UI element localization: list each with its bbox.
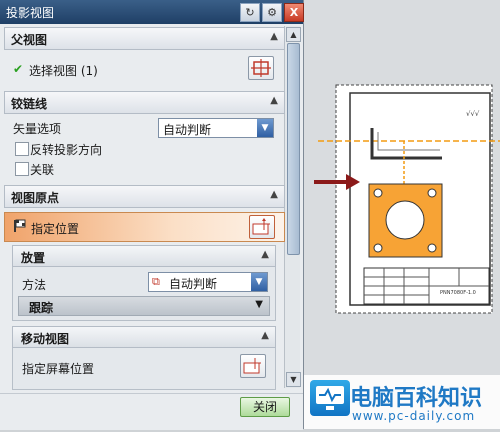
- specify-location-button[interactable]: [249, 215, 275, 239]
- scroll-up-icon[interactable]: ▲: [286, 27, 301, 42]
- specify-location-row[interactable]: 指定位置: [4, 212, 285, 242]
- bolt-hole: [373, 188, 383, 198]
- annotation-symbol: √√√: [466, 110, 480, 118]
- select-view-label: 选择视图 (1): [29, 64, 98, 78]
- vector-option-label: 矢量选项: [13, 122, 62, 136]
- close-button[interactable]: 关闭: [240, 397, 290, 417]
- dialog-title: 投影视图: [6, 6, 55, 20]
- chevron-down-icon[interactable]: ▼: [257, 119, 273, 137]
- collapse-icon[interactable]: ▲: [261, 249, 269, 260]
- bolt-hole: [427, 188, 437, 198]
- method-label: 方法: [22, 278, 47, 292]
- specify-screen-location-label: 指定屏幕位置: [22, 362, 95, 376]
- section-header-move-view[interactable]: 移动视图 ▲: [12, 326, 276, 348]
- reverse-direction-label: 反转投影方向: [30, 143, 103, 157]
- associative-label: 关联: [30, 163, 55, 177]
- method-select[interactable]: ⧉ 自动判断 ▼: [148, 272, 268, 292]
- watermark-url: www.pc-daily.com: [352, 409, 476, 423]
- check-icon: ✔: [13, 62, 24, 76]
- flag-icon: [13, 219, 27, 236]
- monitor-icon: [310, 380, 350, 416]
- section-header-view-origin[interactable]: 视图原点 ▲: [4, 185, 285, 208]
- collapse-icon[interactable]: ▲: [270, 31, 278, 42]
- point-dialog-icon: [243, 358, 261, 374]
- select-view-button[interactable]: [248, 56, 274, 80]
- close-icon[interactable]: X: [284, 3, 304, 22]
- scroll-down-icon[interactable]: ▼: [286, 372, 301, 387]
- chevron-down-icon[interactable]: ▼: [255, 299, 263, 310]
- bolt-hole: [427, 243, 437, 253]
- section-header-placement[interactable]: 放置 ▲: [12, 245, 276, 267]
- tracking-bar[interactable]: 跟踪 ▼: [18, 296, 270, 316]
- specify-location-label: 指定位置: [31, 222, 80, 236]
- reset-icon[interactable]: ↻: [240, 3, 260, 22]
- associative-checkbox[interactable]: [15, 162, 29, 176]
- drawing-layer: [304, 0, 500, 429]
- center-hole: [385, 200, 425, 240]
- select-view-icon: [251, 59, 271, 77]
- collapse-icon[interactable]: ▲: [261, 330, 269, 341]
- collapse-icon[interactable]: ▲: [270, 189, 278, 200]
- settings-icon[interactable]: ⚙: [262, 3, 282, 22]
- reverse-direction-checkbox[interactable]: [15, 142, 29, 156]
- watermark-title: 电脑百科知识: [350, 386, 483, 411]
- specify-screen-location-button[interactable]: [240, 354, 266, 378]
- dialog-scrollbar[interactable]: ▲ ▼: [284, 26, 301, 388]
- drawing-svg: [314, 84, 500, 314]
- section-header-parent-view[interactable]: 父视图 ▲: [4, 27, 285, 50]
- vector-option-select[interactable]: 自动判断 ▼: [158, 118, 274, 138]
- section-header-hinge-line[interactable]: 铰链线 ▲: [4, 91, 285, 114]
- bolt-hole: [373, 243, 383, 253]
- scroll-thumb[interactable]: [287, 43, 300, 255]
- method-icon: ⧉: [152, 275, 160, 288]
- collapse-icon[interactable]: ▲: [270, 95, 278, 106]
- chevron-down-icon[interactable]: ▼: [251, 273, 267, 291]
- title-block-text: PNN7080F-1.0: [440, 290, 476, 296]
- point-dialog-icon: [252, 218, 270, 235]
- dialog-titlebar[interactable]: 投影视图 ↻ ⚙ X: [0, 0, 304, 24]
